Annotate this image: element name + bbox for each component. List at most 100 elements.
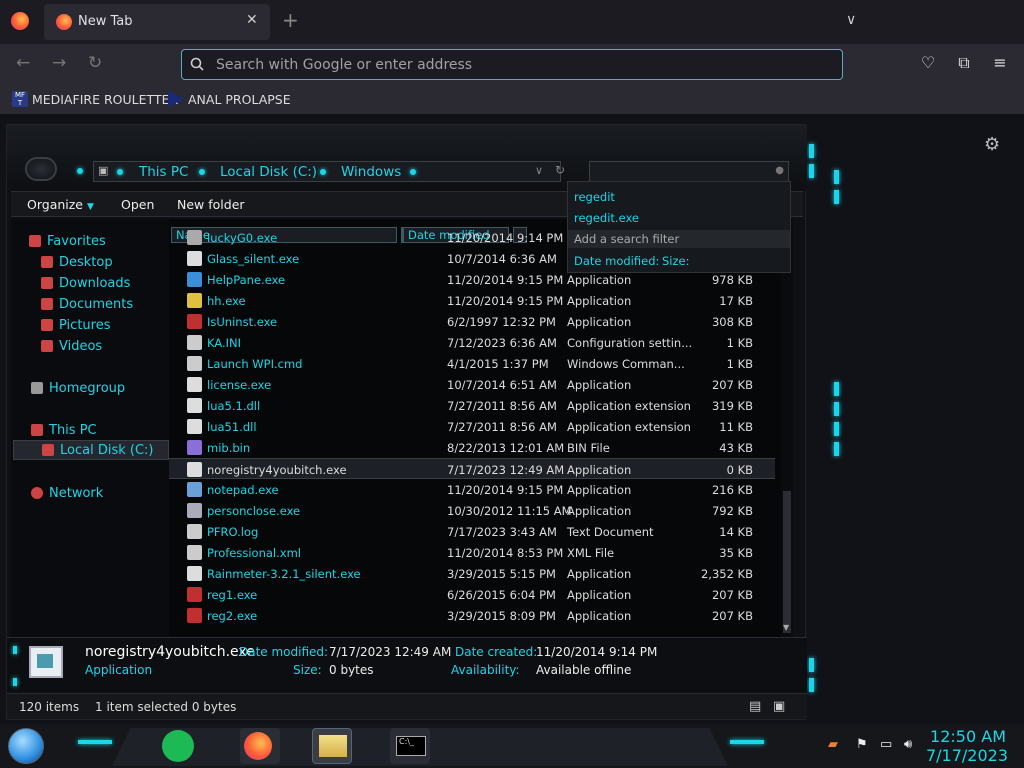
- breadcrumb-local-disk[interactable]: Local Disk (C:): [220, 163, 317, 181]
- file-size: 978 KB: [711, 273, 753, 287]
- table-row[interactable]: personclose.exe 10/30/2012 11:15 AM Applic…: [169, 500, 775, 521]
- file-type: Application: [567, 378, 632, 392]
- pocket-icon[interactable]: ♡: [918, 53, 938, 73]
- close-tab-icon[interactable]: ✕: [246, 12, 258, 28]
- neon-decoration: [809, 144, 814, 158]
- large-icons-view-icon[interactable]: ▣: [773, 699, 785, 714]
- breadcrumb-this-pc[interactable]: This PC: [139, 163, 188, 181]
- clock-date[interactable]: 7/17/2023: [926, 746, 1008, 765]
- file-name: lua51.dll: [207, 420, 257, 434]
- nav-label: Downloads: [59, 275, 131, 291]
- nav-favorites[interactable]: Favorites: [29, 231, 106, 251]
- table-row[interactable]: KA.INI 7/12/2023 6:36 AM Configuration set…: [169, 332, 775, 353]
- organize-button[interactable]: Organize ▼: [27, 197, 94, 212]
- volume-icon[interactable]: 🔊︎: [904, 737, 912, 752]
- nav-videos[interactable]: Videos: [41, 336, 102, 356]
- breadcrumb-windows[interactable]: Windows: [341, 163, 401, 181]
- search-input[interactable]: ●: [589, 161, 789, 182]
- spotify-icon[interactable]: [162, 730, 194, 762]
- back-forward-orb-icon[interactable]: [25, 157, 57, 181]
- table-row[interactable]: Launch WPI.cmd 4/1/2015 1:37 PM Windows Co…: [169, 353, 775, 374]
- chevron-down-icon[interactable]: ∨: [535, 164, 543, 177]
- forward-arrow-icon[interactable]: →: [52, 54, 66, 72]
- url-bar[interactable]: [181, 49, 843, 80]
- new-tab-plus-icon[interactable]: +: [282, 10, 299, 30]
- table-row[interactable]: lua5.1.dll 7/27/2011 8:56 AM Application e…: [169, 395, 775, 416]
- bookmark-second[interactable]: ANAL PROLAPSE: [168, 90, 291, 108]
- file-size: 207 KB: [711, 609, 753, 623]
- details-view-icon[interactable]: ▤: [749, 699, 761, 714]
- nav-network[interactable]: Network: [31, 483, 103, 503]
- table-row[interactable]: reg1.exe 6/26/2015 6:04 PM Application 207 …: [169, 584, 775, 605]
- nav-pictures[interactable]: Pictures: [41, 315, 110, 335]
- table-row[interactable]: IsUninst.exe 6/2/1997 12:32 PM Application…: [169, 311, 775, 332]
- menu-hamburger-icon[interactable]: ≡: [990, 53, 1010, 73]
- table-row[interactable]: lua51.dll 7/27/2011 8:56 AM Application ex…: [169, 416, 775, 437]
- scroll-down-icon[interactable]: ▼: [783, 623, 789, 632]
- explorer-taskbar-button[interactable]: [312, 728, 352, 764]
- file-type: XML File: [567, 546, 615, 560]
- new-folder-button[interactable]: New folder: [177, 197, 245, 212]
- vertical-scrollbar[interactable]: ▼: [781, 219, 793, 639]
- file-type: Application extension: [567, 399, 691, 413]
- table-row[interactable]: hh.exe 11/20/2014 9:15 PM Application 17 KB: [169, 290, 775, 311]
- extensions-icon[interactable]: ⧉: [954, 53, 974, 73]
- flag-icon[interactable]: ⚑: [856, 737, 868, 752]
- start-orb-icon[interactable]: [8, 728, 44, 764]
- nav-desktop[interactable]: Desktop: [41, 252, 113, 272]
- table-row[interactable]: Professional.xml 11/20/2014 8:53 PM XML Fi…: [169, 542, 775, 563]
- details-pane: noregistry4youbitch.exe Application Date…: [7, 637, 807, 693]
- file-type: Application: [567, 273, 632, 287]
- firefox-taskbar-button[interactable]: [240, 728, 280, 764]
- computer-icon: ▣: [98, 164, 109, 177]
- organize-label: Organize: [27, 197, 83, 212]
- table-row[interactable]: mib.bin 8/22/2013 12:01 AM BIN File 43 KB: [169, 437, 775, 458]
- url-input[interactable]: [216, 56, 816, 74]
- tray-app-icon[interactable]: ▰: [828, 737, 838, 752]
- firefox-logo-icon[interactable]: [11, 12, 29, 30]
- nav-this-pc[interactable]: This PC: [31, 420, 97, 440]
- nav-local-disk[interactable]: Local Disk (C:): [13, 440, 169, 460]
- cmd-taskbar-button[interactable]: C:\_: [390, 728, 430, 764]
- gear-icon[interactable]: ⚙: [984, 134, 1000, 155]
- scrollbar-thumb[interactable]: [783, 491, 791, 633]
- folder-icon: [319, 735, 347, 757]
- table-row[interactable]: Rainmeter-3.2.1_silent.exe 3/29/2015 5:15…: [169, 563, 775, 584]
- cmd-icon: C:\_: [396, 736, 426, 756]
- neon-decoration: [809, 678, 814, 692]
- table-row[interactable]: PFRO.log 7/17/2023 3:43 AM Text Document 14…: [169, 521, 775, 542]
- nav-downloads[interactable]: Downloads: [41, 273, 130, 293]
- network-tray-icon[interactable]: ▭: [880, 737, 892, 752]
- file-date: 4/1/2015 1:37 PM: [447, 357, 549, 371]
- reload-icon[interactable]: ↻: [88, 54, 102, 72]
- nav-documents[interactable]: Documents: [41, 294, 133, 314]
- chevron-down-icon[interactable]: ∨: [846, 12, 856, 28]
- bookmark-mediafire[interactable]: MF T MEDIAFIRE ROULETTER: [12, 90, 178, 108]
- file-size: 1 KB: [726, 357, 753, 371]
- suggestion-item[interactable]: regedit: [574, 190, 615, 204]
- tab-new-tab[interactable]: New Tab ✕: [44, 4, 270, 40]
- table-row[interactable]: reg2.exe 3/29/2015 8:09 PM Application 207 …: [169, 605, 775, 626]
- app-window-icon: [37, 654, 53, 668]
- file-name: personclose.exe: [207, 504, 301, 518]
- bookmark-label: ANAL PROLAPSE: [188, 91, 291, 107]
- clock-time[interactable]: 12:50 AM: [930, 727, 1006, 746]
- refresh-icon[interactable]: ↻: [555, 163, 565, 177]
- table-row[interactable]: notepad.exe 11/20/2014 9:15 PM Application…: [169, 479, 775, 500]
- open-button[interactable]: Open: [121, 197, 154, 212]
- file-size: 216 KB: [711, 483, 753, 497]
- file-size: 308 KB: [711, 315, 753, 329]
- application-icon: [29, 646, 63, 678]
- suggestion-item[interactable]: regedit.exe: [574, 211, 639, 225]
- firefox-tab-icon: [56, 14, 72, 30]
- table-row[interactable]: license.exe 10/7/2014 6:51 AM Application 2…: [169, 374, 775, 395]
- status-item-count: 120 items: [19, 700, 80, 714]
- neon-decoration: [834, 170, 839, 184]
- back-arrow-icon[interactable]: ←: [16, 54, 30, 72]
- nav-label: Favorites: [47, 233, 106, 249]
- filter-size[interactable]: Size:: [662, 254, 689, 268]
- address-bar[interactable]: ▣ This PC Local Disk (C:) Windows ∨ ↻: [93, 161, 565, 182]
- filter-date-modified[interactable]: Date modified:: [574, 254, 659, 268]
- nav-homegroup[interactable]: Homegroup: [31, 378, 125, 398]
- table-row[interactable]: noregistry4youbitch.exe 7/17/2023 12:49 A…: [169, 458, 775, 479]
